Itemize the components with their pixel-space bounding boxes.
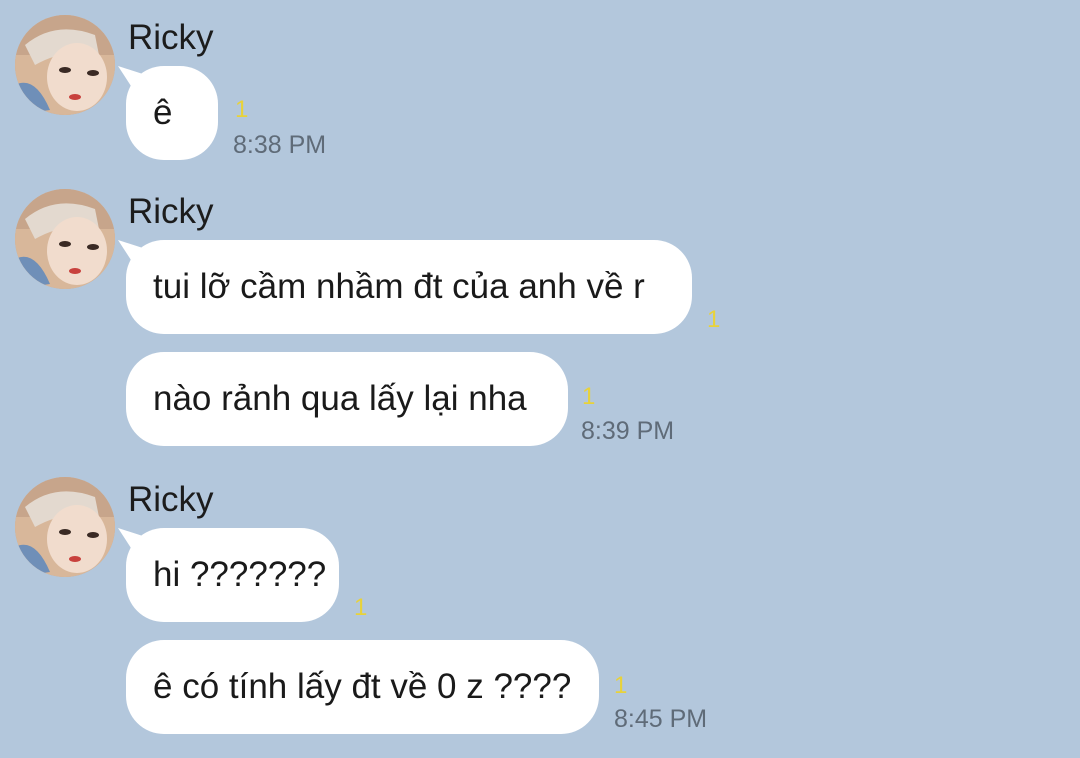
read-count: 1	[235, 96, 249, 123]
avatar-photo-icon	[15, 15, 115, 115]
avatar-photo-icon	[15, 189, 115, 289]
message-time: 8:45 PM	[614, 705, 708, 733]
read-count: 1	[354, 594, 368, 621]
read-count: 1	[707, 306, 721, 333]
avatar-photo-icon	[15, 477, 115, 577]
chat-message-list[interactable]: Ricky ê 1 8:38 PM Ricky tui lỡ cầm nhầm …	[0, 0, 1080, 758]
read-count: 1	[614, 672, 628, 699]
message-bubble[interactable]: ê	[126, 66, 218, 160]
message-bubble[interactable]: ê có tính lấy đt về 0 z ????	[126, 640, 599, 734]
sender-avatar[interactable]	[15, 189, 115, 289]
sender-avatar[interactable]	[15, 15, 115, 115]
read-count: 1	[582, 383, 596, 410]
message-time: 8:39 PM	[581, 417, 675, 445]
message-bubble[interactable]: hi ???????	[126, 528, 339, 622]
sender-name: Ricky	[128, 480, 214, 519]
sender-name: Ricky	[128, 18, 214, 57]
message-bubble[interactable]: nào rảnh qua lấy lại nha	[126, 352, 568, 446]
message-time: 8:38 PM	[233, 131, 327, 159]
message-bubble[interactable]: tui lỡ cầm nhầm đt của anh về r	[126, 240, 692, 334]
sender-name: Ricky	[128, 192, 214, 231]
sender-avatar[interactable]	[15, 477, 115, 577]
